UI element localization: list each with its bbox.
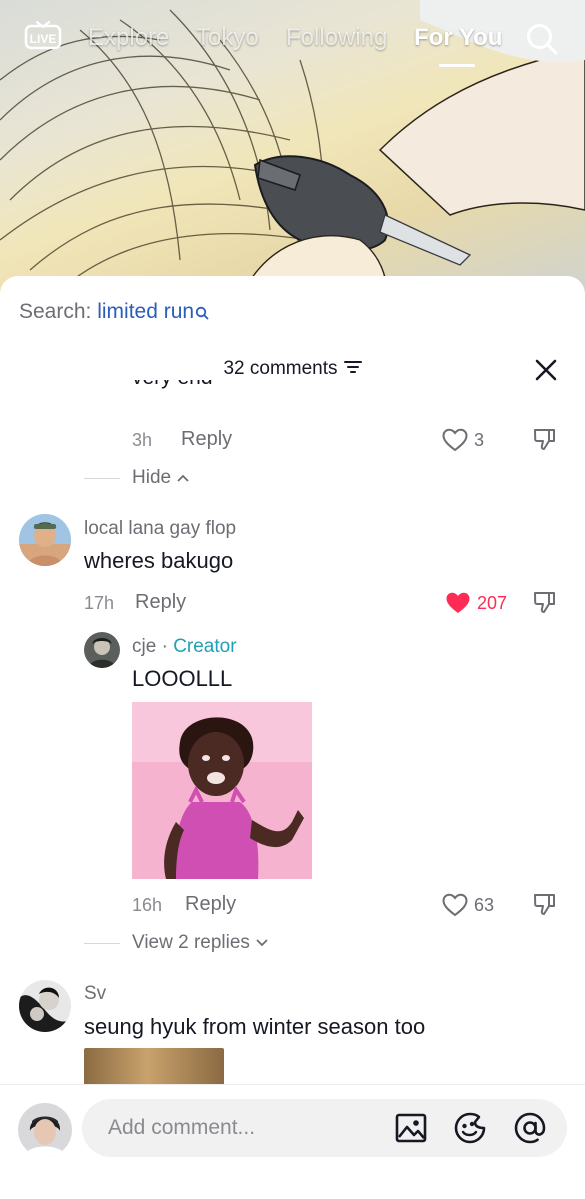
heart-icon (442, 893, 468, 917)
heart-icon (442, 428, 468, 452)
search-suggestion[interactable]: Search: limited run (19, 300, 209, 326)
thread-divider (84, 478, 120, 479)
like-count: 63 (474, 894, 495, 915)
live-icon[interactable]: LIVE (24, 20, 62, 50)
comment-image[interactable] (84, 1048, 224, 1088)
creator-avatar[interactable] (84, 632, 120, 668)
filter-icon[interactable] (343, 360, 362, 379)
image-icon[interactable] (394, 1111, 428, 1145)
search-prefix: Search: (19, 300, 92, 323)
like-button[interactable]: 3 (442, 426, 484, 454)
like-count: 207 (477, 592, 508, 613)
dislike-icon[interactable] (532, 426, 558, 452)
comments-header: 32 comments (0, 358, 585, 388)
reply-button[interactable]: Reply (135, 591, 186, 614)
tab-explore[interactable]: Explore (88, 24, 169, 52)
hide-replies-button[interactable]: Hide (132, 467, 190, 489)
truncated-comment-meta: 3h Reply 3 (132, 426, 572, 456)
reply-button[interactable]: Reply (181, 428, 232, 451)
heart-icon (446, 592, 470, 613)
comments-count: 32 comments (223, 358, 338, 379)
avatar[interactable] (19, 980, 71, 1032)
separator-dot: · (161, 636, 168, 657)
comment-time: 17h (84, 593, 115, 613)
tab-tokyo[interactable]: Tokyo (196, 24, 259, 52)
top-navigation: LIVE Explore Tokyo Following For You (0, 0, 585, 80)
avatar[interactable] (19, 514, 71, 566)
tab-for-you[interactable]: For You (414, 24, 502, 52)
tab-following[interactable]: Following (286, 24, 387, 52)
chevron-down-icon (256, 939, 268, 947)
reply-button[interactable]: Reply (185, 893, 236, 916)
chevron-up-icon (177, 474, 189, 482)
comment-text: seung hyuk from winter season too (84, 1014, 426, 1039)
creator-badge: Creator (173, 636, 237, 657)
view-replies-button[interactable]: View 2 replies (132, 932, 269, 954)
comment-gif-image[interactable] (132, 702, 312, 879)
active-tab-indicator (439, 64, 475, 67)
comment-time: 16h (132, 895, 163, 915)
search-icon (195, 302, 209, 326)
creator-reply-meta: 16h Reply 63 (132, 891, 572, 921)
like-button[interactable]: 63 (442, 891, 494, 919)
search-icon[interactable] (525, 22, 559, 56)
comment-username[interactable]: cje (132, 636, 156, 657)
dislike-icon[interactable] (532, 589, 558, 615)
comment-meta: 17h Reply 207 (84, 589, 572, 619)
like-count: 3 (474, 429, 485, 450)
search-term-link[interactable]: limited run (97, 300, 194, 323)
add-comment-input[interactable] (82, 1099, 567, 1157)
like-button[interactable]: 207 (445, 589, 507, 617)
comment-time: 3h (132, 430, 153, 450)
emoji-icon[interactable] (453, 1111, 487, 1145)
creator-username-row[interactable]: cje · Creator (132, 636, 237, 658)
comment-text: wheres bakugo (84, 548, 234, 573)
comments-panel: Search: limited run 32 comments very end… (0, 276, 585, 1199)
comment-input-bar (0, 1084, 585, 1199)
user-avatar[interactable] (18, 1103, 72, 1157)
thread-divider (84, 943, 120, 944)
truncated-comment-text: very end (132, 380, 213, 408)
comment-text: LOOOLLL (132, 666, 233, 691)
dislike-icon[interactable] (532, 891, 558, 917)
svg-text:LIVE: LIVE (30, 32, 57, 46)
comment-username[interactable]: Sv (84, 983, 106, 1005)
mention-icon[interactable] (513, 1111, 547, 1145)
comment-username[interactable]: local lana gay flop (84, 518, 236, 540)
close-icon[interactable] (532, 356, 560, 384)
